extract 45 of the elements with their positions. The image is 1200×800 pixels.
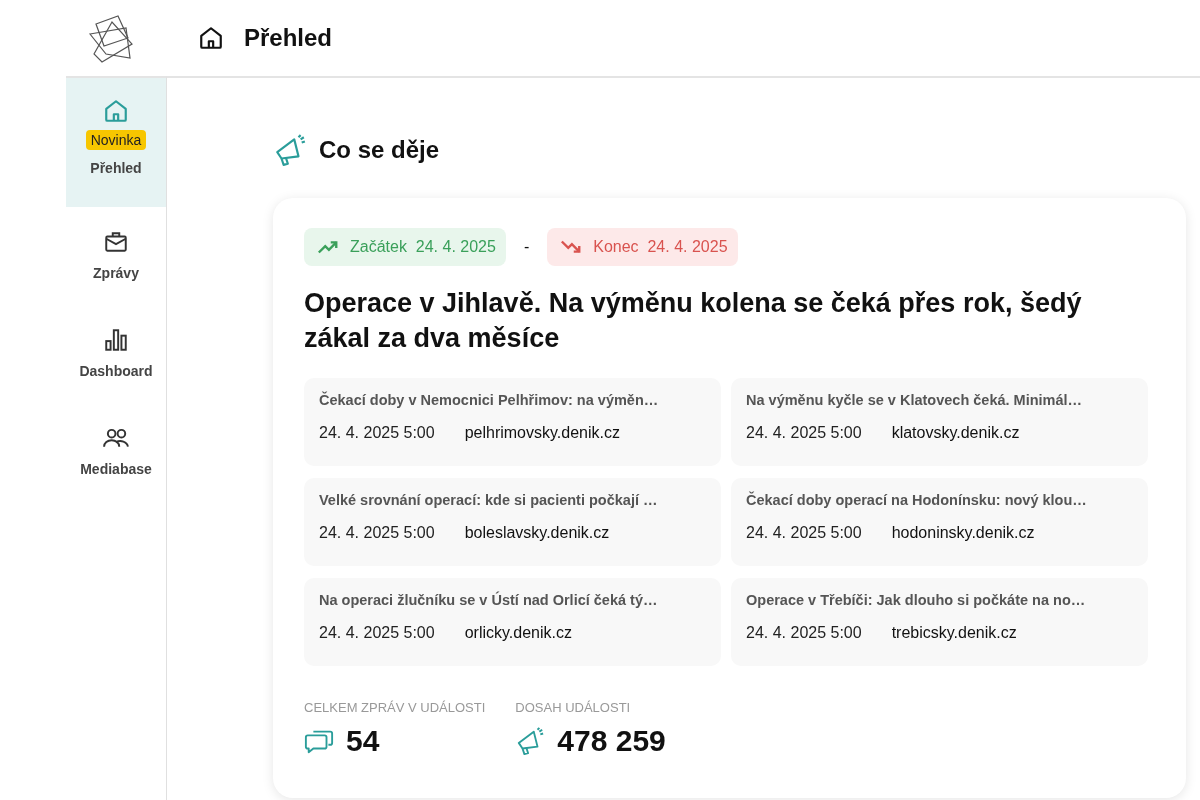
date-tag: Začátek 24. 4. 2025 bbox=[304, 228, 506, 266]
article-title: Čekací doby operací na Hodonínsku: nový klou… bbox=[746, 492, 1088, 509]
sidebar-item[interactable]: Dashboard bbox=[66, 307, 166, 403]
article-card[interactable]: Čekací doby operací na Hodonínsku: nový klou… 24. 4. 2025 5:00 hodoninsky.denik.cz bbox=[731, 478, 1148, 567]
article-card[interactable]: Velké srovnání operací: kde si pacienti počkají … 24. 4. 2025 5:00 boleslavsky.denik.cz bbox=[304, 478, 721, 567]
megaphone-icon bbox=[273, 133, 307, 167]
article-title: Na operaci žlučníku se v Ústí nad Orlicí čeká tý… bbox=[319, 592, 659, 609]
article-card[interactable]: Čekací doby v Nemocnici Pelhřimov: na výměn… 24. 4. 2025 5:00 pelhrimovsky.denik.cz bbox=[304, 378, 721, 467]
stat-value: 478 259 bbox=[557, 724, 666, 759]
bar-chart-icon bbox=[103, 327, 129, 353]
article-card[interactable]: Na operaci žlučníku se v Ústí nad Orlicí čeká tý… 24. 4. 2025 5:00 orlicky.denik.cz bbox=[304, 578, 721, 667]
sidebar-item[interactable]: Mediabase bbox=[66, 405, 166, 501]
new-badge: Novinka bbox=[85, 130, 147, 150]
home-icon bbox=[103, 98, 129, 124]
article-time: 24. 4. 2025 5:00 bbox=[746, 524, 862, 543]
stat-value: 54 bbox=[346, 724, 380, 759]
article-card[interactable]: Operace v Třebíči: Jak dlouho si počkáte na no… 24. 4. 2025 5:00 trebicsky.denik.cz bbox=[731, 578, 1148, 667]
article-time: 24. 4. 2025 5:00 bbox=[746, 424, 862, 443]
date-tag: Konec 24. 4. 2025 bbox=[547, 228, 738, 266]
article-source: klatovsky.denik.cz bbox=[891, 424, 1020, 443]
article-source: boleslavsky.denik.cz bbox=[464, 524, 610, 543]
page-title: Přehled bbox=[244, 24, 333, 52]
article-card[interactable]: Na výměnu kyčle se v Klatovech čeká. Minimál… 24. 4. 2025 5:00 klatovsky.denik.cz bbox=[731, 378, 1148, 467]
event-title: Operace v Jihlavě. Na výměnu kolena se čeká přes rok, šedý zákal za dva měsíce bbox=[304, 287, 1083, 356]
article-source: pelhrimovsky.denik.cz bbox=[464, 424, 620, 443]
article-time: 24. 4. 2025 5:00 bbox=[319, 524, 435, 543]
home-icon bbox=[198, 25, 224, 51]
date-separator: - bbox=[522, 238, 531, 256]
article-title: Čekací doby v Nemocnici Pelhřimov: na výměn… bbox=[319, 392, 660, 409]
article-title: Na výměnu kyčle se v Klatovech čeká. Minimál… bbox=[746, 392, 1084, 409]
article-source: hodoninsky.denik.cz bbox=[891, 524, 1035, 543]
article-time: 24. 4. 2025 5:00 bbox=[319, 424, 435, 443]
sidebar-item[interactable]: Zprávy bbox=[66, 209, 166, 305]
article-source: trebicsky.denik.cz bbox=[891, 624, 1017, 643]
stat-label: CELKEM ZPRÁV V UDÁLOSTI bbox=[304, 700, 486, 716]
article-source: orlicky.denik.cz bbox=[464, 624, 572, 643]
megaphone-icon bbox=[515, 726, 546, 757]
sidebar-item[interactable]: Novinka Přehled bbox=[66, 78, 166, 207]
article-time: 24. 4. 2025 5:00 bbox=[746, 624, 862, 643]
stat-label: DOSAH UDÁLOSTI bbox=[515, 700, 631, 716]
article-time: 24. 4. 2025 5:00 bbox=[319, 624, 435, 643]
article-title: Velké srovnání operací: kde si pacienti počkají … bbox=[319, 492, 659, 509]
briefcase-icon bbox=[103, 229, 129, 255]
article-title: Operace v Třebíči: Jak dlouho si počkáte na no… bbox=[746, 592, 1087, 609]
section-title: Co se děje bbox=[319, 136, 440, 164]
